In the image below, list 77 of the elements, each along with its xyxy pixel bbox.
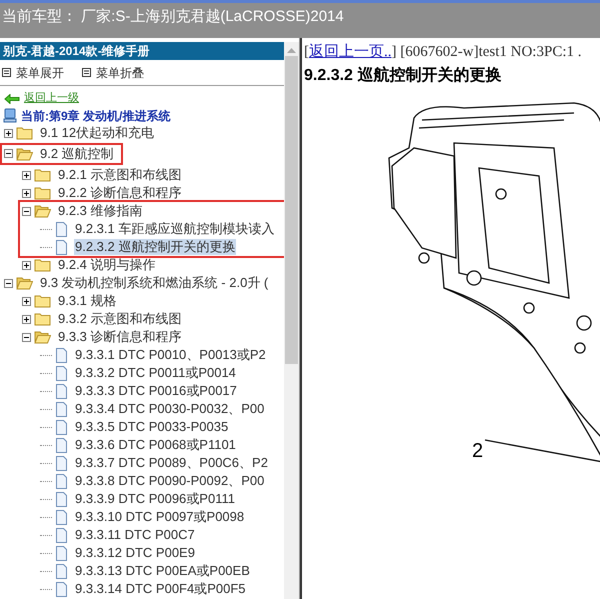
folder-icon	[16, 126, 33, 140]
menu-link[interactable]: 菜单折叠	[96, 64, 144, 82]
document-icon	[55, 240, 68, 254]
list-icon	[82, 68, 91, 77]
scrollbar-thumb[interactable]	[285, 56, 298, 364]
document-icon	[55, 456, 68, 470]
back-link[interactable]: 返回上一级	[24, 90, 79, 107]
tree-item[interactable]: 9.3.3.3 DTC P0016或P0017	[74, 383, 238, 399]
callout-label: 2	[472, 440, 484, 460]
document-icon	[55, 420, 68, 434]
tree-item[interactable]: 9.2.3.2 巡航控制开关的更换	[74, 239, 236, 255]
document-icon	[55, 474, 68, 488]
tree-item[interactable]: 9.3.3.5 DTC P0033-P0035	[74, 419, 230, 435]
back-arrow-icon	[4, 94, 20, 104]
folder-icon	[34, 186, 51, 200]
window-title: 当前车型： 厂家:S-上海别克君越(LaCROSSE)2014	[2, 7, 344, 27]
expand-icon[interactable]	[22, 188, 31, 198]
page-title: 9.2.3.2 巡航控制开关的更换	[304, 65, 502, 86]
document-icon	[55, 492, 68, 506]
document-icon	[55, 528, 68, 542]
folder-icon	[34, 312, 51, 326]
collapse-icon[interactable]	[4, 149, 13, 158]
document-icon	[55, 564, 68, 578]
collapse-icon[interactable]	[4, 278, 13, 288]
document-icon	[55, 546, 68, 560]
folder-icon	[34, 168, 51, 182]
collapse-icon[interactable]	[22, 206, 31, 216]
document-icon	[55, 510, 68, 524]
expand-icon[interactable]	[22, 260, 31, 270]
tree-item[interactable]: 9.2.3 维修指南	[57, 203, 144, 219]
document-icon	[55, 402, 68, 416]
tree-item[interactable]: 9.3.3.7 DTC P0089、P00C6、P2	[74, 455, 269, 471]
open-folder-icon	[34, 204, 51, 218]
tree-item[interactable]: 9.3.3.11 DTC P00C7	[74, 527, 196, 543]
tree-item[interactable]: 9.3.3.10 DTC P0097或P0098	[74, 509, 246, 525]
tree-item[interactable]: 9.2.3.1 车距感应巡航控制模块读入	[74, 221, 276, 237]
tree-item[interactable]: 9.2.2 诊断信息和程序	[57, 185, 183, 201]
menu-link[interactable]: 菜单展开	[16, 64, 64, 82]
expand-icon[interactable]	[22, 170, 31, 180]
tree-item[interactable]: 9.3.1 规格	[57, 293, 118, 309]
open-folder-icon	[16, 146, 33, 160]
expand-icon[interactable]	[4, 128, 13, 138]
tree-item[interactable]: 9.2.1 示意图和布线图	[57, 167, 183, 183]
document-icon	[55, 438, 68, 452]
open-folder-icon	[34, 330, 51, 344]
tree-item[interactable]: 9.3.3.6 DTC P0068或P1101	[74, 437, 237, 453]
document-icon	[55, 348, 68, 362]
collapse-icon[interactable]	[22, 332, 31, 342]
document-icon	[55, 222, 68, 236]
tree-item[interactable]: 9.3.3.9 DTC P0096或P0111	[74, 491, 236, 507]
document-icon	[55, 384, 68, 398]
tree-item[interactable]: 9.3.3.13 DTC P00EA或P00EB	[74, 563, 251, 579]
tree-item[interactable]: 9.3.2 示意图和布线图	[57, 311, 183, 327]
tree-item[interactable]: 9.3.3 诊断信息和程序	[57, 329, 183, 345]
tree-item[interactable]: 9.2.4 说明与操作	[57, 257, 157, 273]
sidebar-header: 别克-君越-2014款-维修手册	[0, 42, 284, 60]
folder-icon	[34, 258, 51, 272]
tree-item[interactable]: 9.3.3.14 DTC P00F4或P00F5	[74, 581, 247, 597]
tree-item[interactable]: 9.3.3.4 DTC P0030-P0032、P00	[74, 401, 266, 417]
expand-icon[interactable]	[22, 296, 31, 306]
list-icon	[2, 68, 11, 77]
folder-icon	[34, 294, 51, 308]
expand-icon[interactable]	[22, 314, 31, 324]
open-folder-icon	[16, 276, 33, 290]
tree-item[interactable]: 9.3.3.2 DTC P0011或P0014	[74, 365, 237, 381]
back-page-link[interactable]: 返回上一页..	[309, 44, 392, 60]
tree-item[interactable]: 9.3.3.12 DTC P00E9	[74, 545, 196, 561]
current-chapter: 当前:第9章 发动机/推进系统	[21, 108, 170, 124]
document-icon	[55, 582, 68, 596]
tree-item[interactable]: 9.3.3.8 DTC P0090-P0092、P00	[74, 473, 266, 489]
document-icon	[55, 366, 68, 380]
document-info: [返回上一页..] [6067602-w]test1 NO:3PC:1 .	[304, 42, 582, 62]
tree-item[interactable]: 9.1 12伏起动和充电	[39, 125, 156, 141]
computer-icon	[3, 108, 17, 123]
tree-item[interactable]: 9.3 发动机控制系统和燃油系统 - 2.0升 (	[39, 275, 270, 291]
tree-item[interactable]: 9.2 巡航控制	[39, 146, 115, 162]
tree-item[interactable]: 9.3.3.1 DTC P0010、P0013或P2	[74, 347, 267, 363]
